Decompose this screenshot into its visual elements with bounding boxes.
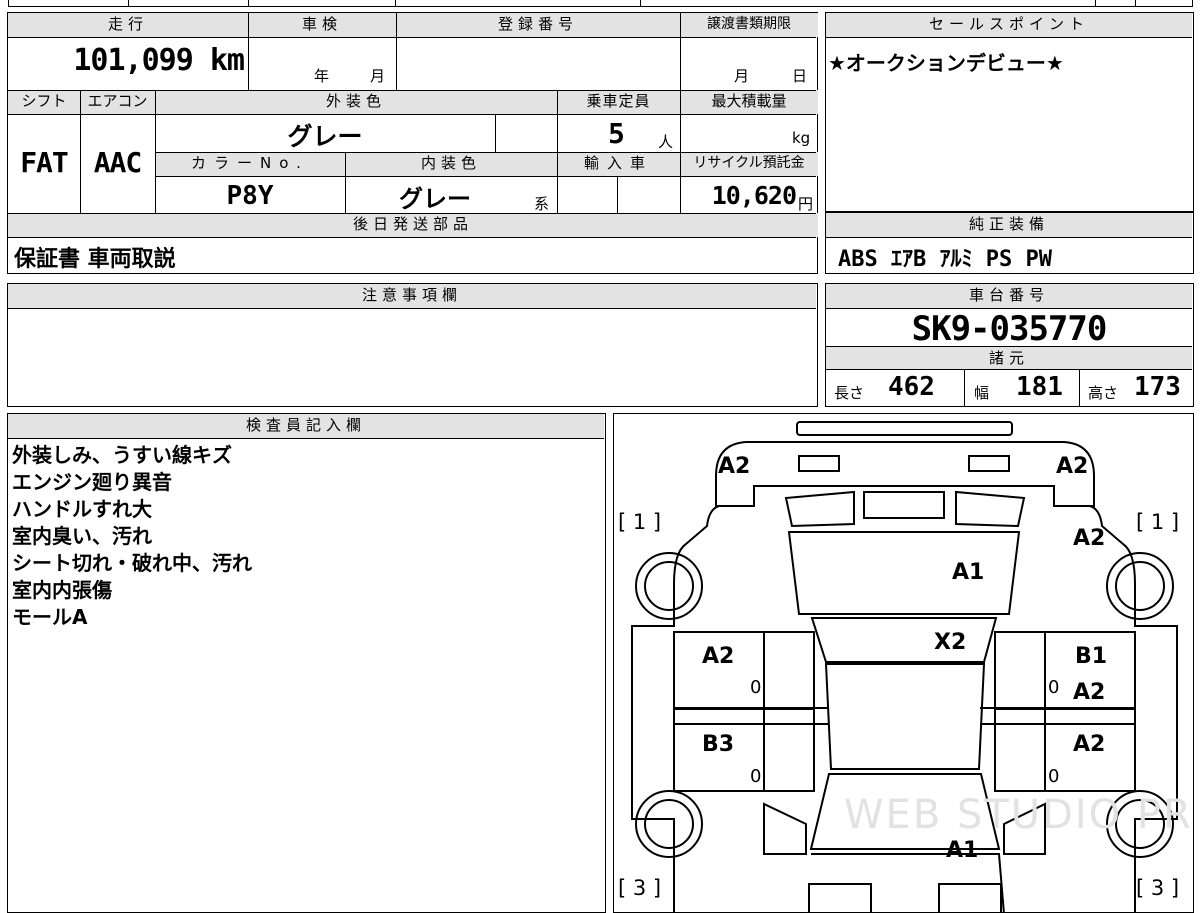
tire-rear-left: [ 3 ]: [618, 876, 662, 900]
shift-header: シフト: [8, 90, 80, 114]
import-header: 輸入車: [557, 152, 680, 176]
inspector-header: 検査員記入欄: [8, 414, 604, 438]
max-load-header: 最大積載量: [680, 90, 818, 114]
registration-value: [400, 43, 676, 83]
color-no-value: P8Y: [226, 181, 274, 211]
label-door-front-right-1: B1: [1075, 644, 1108, 669]
inspection-header: 車検: [248, 13, 396, 37]
notes-box: 注意事項欄: [7, 283, 818, 407]
notes-header: 注意事項欄: [8, 284, 816, 308]
registration-header: 登録番号: [396, 13, 680, 37]
sales-point-box: セールスポイント ★オークションデビュー★: [825, 12, 1194, 212]
mileage-header: 走行: [8, 13, 248, 37]
inspector-box: 検査員記入欄 外装しみ、うすい線キズ エンジン廻り異音 ハンドルすれ大 室内臭い…: [7, 413, 606, 913]
diagram-watermark: WEB STUDIO PRO: [844, 792, 1194, 838]
tire-front-right: [ 1 ]: [1136, 510, 1180, 534]
width-value: 181: [1016, 372, 1063, 402]
label-front-left: A2: [718, 454, 751, 479]
transfer-day-unit: 日: [792, 67, 808, 85]
label-front-right: A2: [1056, 454, 1089, 479]
height-label: 高さ: [1088, 384, 1119, 402]
tire-front-left: [ 1 ]: [618, 510, 662, 534]
height-value: 173: [1134, 372, 1181, 402]
aircon-value: AAC: [93, 146, 143, 179]
label-windshield: X2: [934, 630, 967, 655]
genuine-equipment-value: ABS ｴｱB ｱﾙﾐ PS PW: [838, 247, 1052, 272]
label-door-rear-right: A2: [1073, 732, 1106, 757]
interior-color-value: グレー: [399, 185, 471, 213]
recycle-header: リサイクル預託金: [680, 152, 818, 176]
sales-point-header: セールスポイント: [826, 13, 1192, 37]
capacity-header: 乗車定員: [557, 90, 680, 114]
capacity-value: 5: [608, 117, 625, 150]
width-label: 幅: [974, 384, 990, 402]
genuine-equipment-header: 純正装備: [826, 213, 1192, 237]
label-fender-right: A2: [1073, 526, 1106, 551]
remark-line: シート切れ・破れ中、汚れ: [12, 551, 252, 575]
capacity-unit: 人: [658, 133, 674, 151]
label-rear: A1: [946, 838, 979, 863]
exterior-color-value: グレー: [287, 122, 363, 151]
chassis-value: SK9-035770: [911, 309, 1108, 349]
inspector-remarks: 外装しみ、うすい線キズ エンジン廻り異音 ハンドルすれ大 室内臭い、汚れ シート…: [12, 442, 602, 631]
remark-line: ハンドルすれ大: [12, 497, 152, 521]
aircon-header: エアコン: [80, 90, 155, 114]
later-parts-value: 保証書 車両取説: [14, 247, 176, 272]
length-label: 長さ: [834, 384, 865, 402]
length-value: 462: [888, 372, 935, 402]
remark-line: 室内臭い、汚れ: [12, 524, 152, 548]
color-no-header: カラーNo.: [155, 152, 345, 176]
tire-rear-right: [ 3 ]: [1136, 876, 1180, 900]
max-load-unit: kg: [792, 129, 811, 147]
chassis-specs-box: 車台番号 SK9-035770 諸元 長さ 462 幅 181 高さ 173: [825, 283, 1194, 407]
transfer-deadline-header: 譲渡書類期限: [680, 13, 818, 37]
genuine-equipment-box: 純正装備 ABS ｴｱB ｱﾙﾐ PS PW: [825, 212, 1194, 274]
interior-color-header: 内装色: [345, 152, 557, 176]
zero-front-right: 0: [1048, 677, 1060, 698]
label-door-front-right-2: A2: [1073, 680, 1106, 705]
remark-line: 室内内張傷: [12, 578, 112, 602]
zero-rear-right: 0: [1048, 766, 1060, 787]
label-hood: A1: [952, 560, 985, 585]
mileage-value: 101,099 km: [73, 43, 245, 78]
recycle-value: 10,620: [711, 181, 796, 210]
zero-front-left: 0: [750, 677, 762, 698]
later-parts-header: 後日発送部品: [8, 213, 818, 237]
remark-line: モールA: [12, 605, 88, 629]
chassis-header: 車台番号: [826, 284, 1192, 308]
exterior-color-header: 外装色: [155, 90, 557, 114]
remark-line: エンジン廻り異音: [12, 470, 172, 494]
transfer-month-unit: 月: [734, 67, 750, 85]
inspection-year-unit: 年: [314, 67, 330, 85]
label-door-front-left: A2: [702, 644, 735, 669]
sales-point-text: ★オークションデビュー★: [828, 51, 1064, 75]
interior-color-suffix: 系: [534, 195, 550, 213]
shift-value: FAT: [20, 146, 69, 179]
label-door-rear-left: B3: [702, 732, 735, 757]
specs-header: 諸元: [826, 347, 1192, 369]
inspection-month-unit: 月: [370, 67, 386, 85]
recycle-unit: 円: [798, 195, 814, 213]
zero-rear-left: 0: [750, 766, 762, 787]
remark-line: 外装しみ、うすい線キズ: [12, 443, 232, 467]
vehicle-info-table: 走行 車検 登録番号 譲渡書類期限 101,099 km 年 月 月 日 シフト…: [7, 12, 818, 274]
damage-diagram-box: WEB STUDIO PRO A2 A2 A2 A1 X2 A2 B1 A2 B…: [613, 413, 1194, 913]
